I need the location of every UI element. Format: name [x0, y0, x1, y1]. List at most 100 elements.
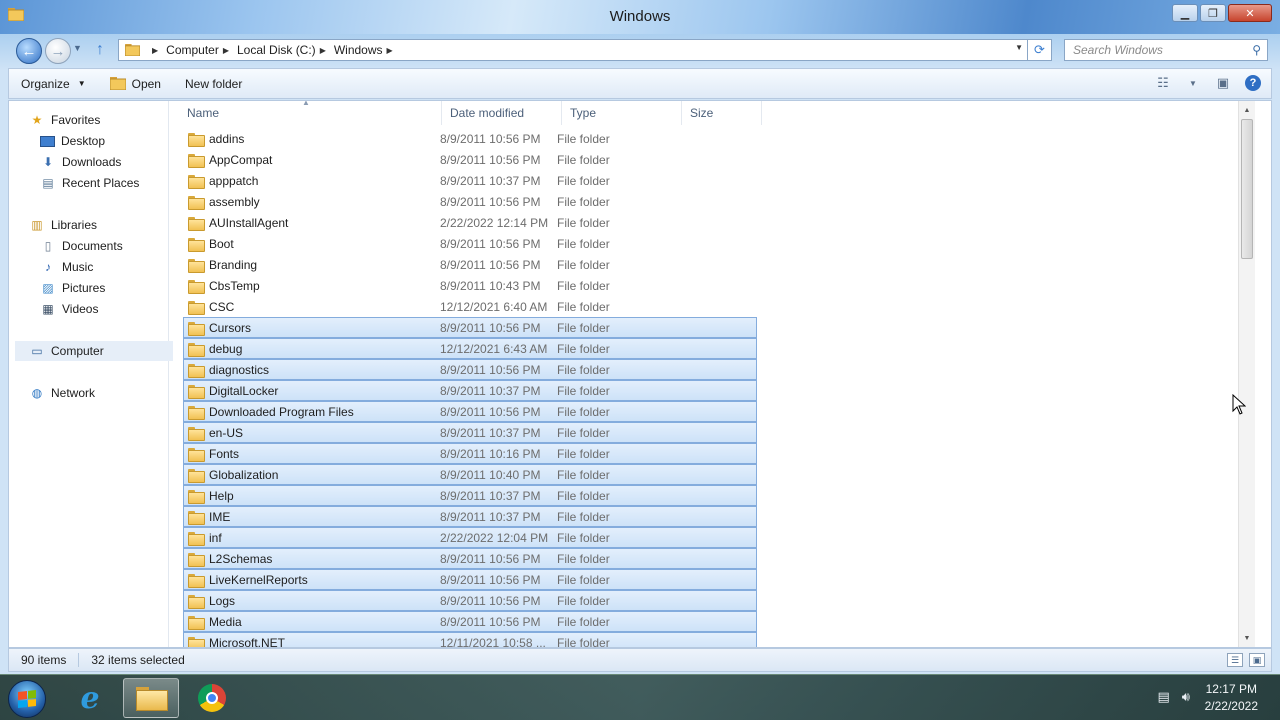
folder-icon	[188, 447, 205, 462]
breadcrumb-separator-icon[interactable]: ▶	[320, 46, 326, 55]
table-row[interactable]: Logs 8/9/2011 10:56 PM File folder	[183, 590, 757, 611]
help-icon[interactable]: ?	[1245, 75, 1261, 91]
table-row[interactable]: diagnostics 8/9/2011 10:56 PM File folder	[183, 359, 757, 380]
refresh-button[interactable]: ⟳	[1028, 39, 1052, 61]
preview-pane-icon[interactable]: ▣	[1215, 75, 1231, 90]
table-row[interactable]: DigitalLocker 8/9/2011 10:37 PM File folde…	[183, 380, 757, 401]
up-arrow-icon[interactable]: ↑	[96, 41, 104, 59]
file-name-cell: Fonts	[184, 447, 435, 462]
nav-libraries[interactable]: ▥ Libraries	[29, 215, 97, 235]
column-name[interactable]: Name ▲	[170, 101, 442, 125]
breadcrumb-local-disk[interactable]: Local Disk (C:)	[237, 43, 316, 57]
file-date: 8/9/2011 10:56 PM	[440, 152, 541, 167]
change-view-icon[interactable]: ☷	[1155, 75, 1171, 90]
table-row[interactable]: Help 8/9/2011 10:37 PM File folder	[183, 485, 757, 506]
table-row[interactable]: Microsoft.NET 12/11/2021 10:58 ... File fo…	[183, 632, 757, 647]
scroll-thumb[interactable]	[1241, 119, 1253, 259]
nav-documents[interactable]: ▯ Documents	[40, 236, 123, 256]
table-row[interactable]: assembly 8/9/2011 10:56 PM File folder	[183, 191, 757, 212]
open-button[interactable]: Open	[98, 77, 173, 91]
breadcrumb-separator-icon[interactable]: ▶	[152, 46, 158, 55]
table-row[interactable]: Downloaded Program Files 8/9/2011 10:56 P…	[183, 401, 757, 422]
recent-locations-dropdown[interactable]: ▼	[73, 43, 82, 53]
file-date: 12/12/2021 6:43 AM	[440, 341, 548, 356]
file-date: 8/9/2011 10:56 PM	[440, 404, 541, 419]
nav-pictures[interactable]: ▨ Pictures	[40, 278, 105, 298]
scroll-up-icon[interactable]: ▲	[1239, 103, 1255, 117]
organize-button[interactable]: Organize ▼	[9, 77, 98, 91]
nav-music[interactable]: ♪ Music	[40, 257, 93, 277]
file-type: File folder	[557, 488, 610, 503]
table-row[interactable]: apppatch 8/9/2011 10:37 PM File folder	[183, 170, 757, 191]
file-name-cell: Downloaded Program Files	[184, 405, 435, 420]
address-bar[interactable]: ▶ Computer ▶ Local Disk (C:) ▶ Windows ▶…	[118, 39, 1028, 61]
table-row[interactable]: inf 2/22/2022 12:04 PM File folder	[183, 527, 757, 548]
taskbar-internet-explorer[interactable]: e	[62, 678, 118, 718]
back-arrow-icon[interactable]: ←	[16, 38, 42, 64]
table-row[interactable]: Branding 8/9/2011 10:56 PM File folder	[183, 254, 757, 275]
file-name-cell: LiveKernelReports	[184, 573, 435, 588]
column-type[interactable]: Type	[562, 101, 682, 125]
file-name-cell: Boot	[184, 237, 435, 252]
column-date-label: Date modified	[450, 106, 525, 120]
maximize-button[interactable]: ❐	[1200, 4, 1226, 22]
nav-network[interactable]: ◍ Network	[29, 383, 95, 403]
table-row[interactable]: debug 12/12/2021 6:43 AM File folder	[183, 338, 757, 359]
taskbar-file-explorer[interactable]	[123, 678, 179, 718]
clock[interactable]: 12:17 PM 2/22/2022	[1205, 681, 1258, 715]
search-icon[interactable]: ⚲	[1252, 43, 1261, 57]
breadcrumb-separator-icon[interactable]: ▶	[223, 46, 229, 55]
chevron-down-icon[interactable]: ▼	[1185, 76, 1201, 90]
nav-favorites[interactable]: ★ Favorites	[29, 110, 101, 130]
taskbar-chrome[interactable]	[184, 678, 240, 718]
file-name: DigitalLocker	[209, 383, 279, 398]
close-button[interactable]: ✕	[1228, 4, 1272, 22]
details-view-icon[interactable]: ☰	[1227, 653, 1243, 667]
file-name: apppatch	[209, 173, 259, 188]
table-row[interactable]: AppCompat 8/9/2011 10:56 PM File folder	[183, 149, 757, 170]
table-row[interactable]: LiveKernelReports 8/9/2011 10:56 PM File f…	[183, 569, 757, 590]
table-row[interactable]: Media 8/9/2011 10:56 PM File folder	[183, 611, 757, 632]
large-icons-view-icon[interactable]: ▣	[1249, 653, 1265, 667]
column-date-modified[interactable]: Date modified	[442, 101, 562, 125]
table-row[interactable]: AUInstallAgent 2/22/2022 12:14 PM File fol…	[183, 212, 757, 233]
search-input[interactable]	[1073, 43, 1243, 57]
file-date: 8/9/2011 10:56 PM	[440, 362, 541, 377]
table-row[interactable]: IME 8/9/2011 10:37 PM File folder	[183, 506, 757, 527]
table-row[interactable]: Globalization 8/9/2011 10:40 PM File folde…	[183, 464, 757, 485]
search-box[interactable]: ⚲	[1064, 39, 1268, 61]
table-row[interactable]: Fonts 8/9/2011 10:16 PM File folder	[183, 443, 757, 464]
file-name-cell: Logs	[184, 594, 435, 609]
address-dropdown-icon[interactable]: ▼	[1015, 43, 1023, 52]
forward-arrow-icon[interactable]: →	[45, 38, 71, 64]
folder-icon	[188, 510, 205, 525]
table-row[interactable]: en-US 8/9/2011 10:37 PM File folder	[183, 422, 757, 443]
computer-icon: ▭	[31, 344, 43, 358]
minimize-button[interactable]: ▁	[1172, 4, 1198, 22]
nav-favorites-label: Favorites	[51, 113, 101, 127]
nav-recent-places[interactable]: ▤ Recent Places	[40, 173, 139, 193]
nav-downloads[interactable]: ⬇ Downloads	[40, 152, 121, 172]
table-row[interactable]: addins 8/9/2011 10:56 PM File folder	[183, 128, 757, 149]
new-folder-button[interactable]: New folder	[173, 77, 254, 91]
breadcrumb-separator-icon[interactable]: ▶	[387, 46, 393, 55]
scroll-down-icon[interactable]: ▼	[1239, 631, 1255, 645]
table-row[interactable]: Cursors 8/9/2011 10:56 PM File folder	[183, 317, 757, 338]
vertical-scrollbar[interactable]: ▲ ▼	[1238, 101, 1255, 647]
table-row[interactable]: L2Schemas 8/9/2011 10:56 PM File folder	[183, 548, 757, 569]
nav-computer[interactable]: ▭ Computer	[15, 341, 173, 361]
start-button[interactable]	[8, 680, 46, 718]
nav-videos[interactable]: ▦ Videos	[40, 299, 98, 319]
volume-icon[interactable]: 🔊︎	[1182, 689, 1190, 705]
nav-desktop[interactable]: Desktop	[40, 131, 105, 151]
column-size[interactable]: Size	[682, 101, 762, 125]
organize-label: Organize	[21, 76, 70, 91]
table-row[interactable]: CbsTemp 8/9/2011 10:43 PM File folder	[183, 275, 757, 296]
table-row[interactable]: Boot 8/9/2011 10:56 PM File folder	[183, 233, 757, 254]
nav-pictures-label: Pictures	[62, 281, 106, 295]
breadcrumb-windows[interactable]: Windows	[334, 43, 383, 57]
folder-icon	[188, 468, 205, 483]
network-tray-icon[interactable]: ▤	[1158, 689, 1170, 705]
table-row[interactable]: CSC 12/12/2021 6:40 AM File folder	[183, 296, 757, 317]
breadcrumb-computer[interactable]: Computer	[166, 43, 219, 57]
